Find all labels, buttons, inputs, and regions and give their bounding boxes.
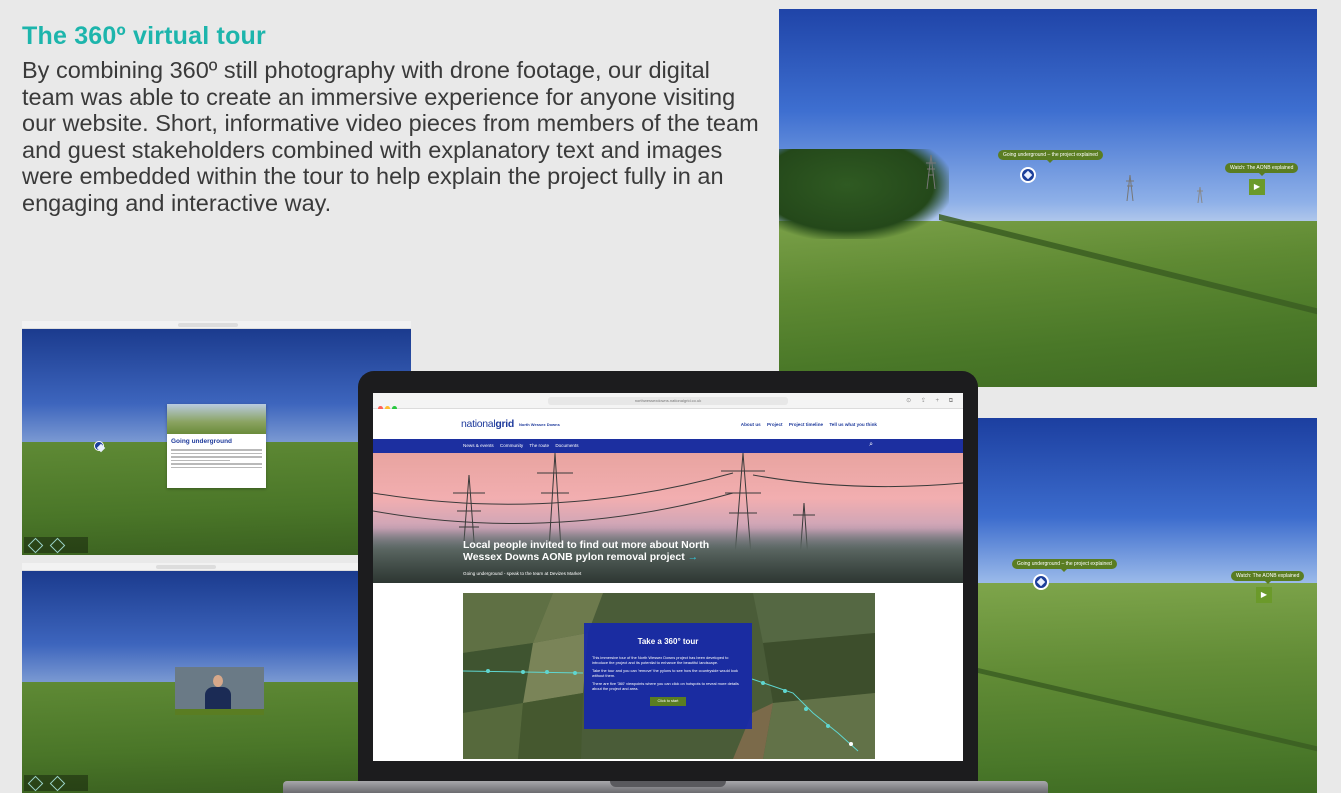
hotspot-label-aonb[interactable]: Watch: The AONB explained [1231,571,1305,584]
hotspot-label-underground[interactable]: Going underground – the project explaine… [1012,559,1117,572]
info-card-image [167,404,266,434]
play-icon[interactable]: ▶ [1256,587,1272,603]
link-about-us[interactable]: About us [741,422,761,427]
pylon [926,155,936,189]
tour-screenshot-info-card: Going underground [22,321,411,555]
tour-cta-card: Take a 360° tour This immersive tour of … [584,623,752,729]
laptop-screen: northwessexdowns.nationalgrid.co.uk ⊙ ⇪ … [373,393,963,761]
link-tell-us[interactable]: Tell us what you think [829,422,877,427]
tour-paragraph: This immersive tour of the North Wessex … [592,655,729,665]
diamond-hotspot-icon[interactable] [1033,574,1049,590]
national-grid-logo[interactable]: nationalgrid [461,418,514,430]
link-project-timeline[interactable]: Project timeline [789,422,823,427]
tour-paragraph: Take the tour and you can 'remove' the p… [592,668,738,678]
hero-banner: Local people invited to find out more ab… [373,453,963,583]
panorama-view: Going underground [22,329,411,555]
info-card-title: Going underground [171,438,233,445]
panorama-top: Going underground – the project explaine… [779,9,1317,387]
video-caption-bar [175,709,264,715]
search-icon[interactable]: ⌕ [869,441,873,449]
top-links: About us Project Project timeline Tell u… [736,422,877,427]
section-body: By combining 360º still photography with… [22,57,759,216]
diamond-icon [27,537,44,554]
diamond-hotspot-icon[interactable] [1020,167,1036,183]
hotspot-label-underground[interactable]: Going underground – the project explaine… [998,150,1103,163]
site-header: nationalgrid North Wessex Downs About us… [373,409,963,439]
logo-subtitle: North Wessex Downs [519,422,560,427]
diamond-icon [49,537,66,554]
nav-community[interactable]: Community [500,443,523,448]
nav-news-events[interactable]: News & events [463,443,494,448]
tour-screenshot-video [22,563,358,793]
video-card [175,667,264,715]
laptop-notch [610,781,726,787]
section-title: The 360º virtual tour [22,22,266,50]
tour-map-section: Take a 360° tour This immersive tour of … [463,593,875,759]
link-project[interactable]: Project [767,422,783,427]
viewpoint-thumbnails [24,537,88,554]
tour-title: Take a 360° tour [637,637,699,646]
arrow-right-icon: → [687,551,699,563]
diamond-icon [49,775,66,792]
browser-toolbar [22,321,411,336]
diamond-icon [27,775,44,792]
panorama-view [22,571,358,793]
main-nav: News & events Community The route Docume… [373,439,963,453]
click-to-start-button[interactable]: Click to start [650,697,686,706]
browser-toolbar: northwessexdowns.nationalgrid.co.uk ⊙ ⇪ … [373,393,963,411]
info-card: Going underground [167,404,266,488]
panorama-bottom: Going underground – the project explaine… [978,418,1317,793]
viewpoint-thumbnails [24,775,88,792]
address-bar[interactable]: northwessexdowns.nationalgrid.co.uk [548,397,788,405]
intro-section: The 360º virtual tour By combining 360º … [22,22,762,216]
browser-tools-icon[interactable]: ⊙ ⇪ + ⧉ [906,397,957,405]
diamond-hotspot-icon [94,441,104,451]
play-icon[interactable]: ▶ [1249,179,1265,195]
browser-toolbar [22,563,358,578]
address-bar [177,323,238,327]
tour-paragraph: There are five '360' viewpoints where yo… [592,681,739,691]
hotspot-label-aonb[interactable]: Watch: The AONB explained [1225,163,1299,176]
hero-subtext[interactable]: Going underground - speak to the team at… [463,571,581,576]
pylon [1126,175,1136,201]
address-bar [156,565,217,569]
treeline [779,149,949,239]
pylon [1197,187,1207,203]
nav-documents[interactable]: Documents [555,443,578,448]
nav-the-route[interactable]: The route [529,443,549,448]
hero-headline[interactable]: Local people invited to find out more ab… [463,539,723,563]
